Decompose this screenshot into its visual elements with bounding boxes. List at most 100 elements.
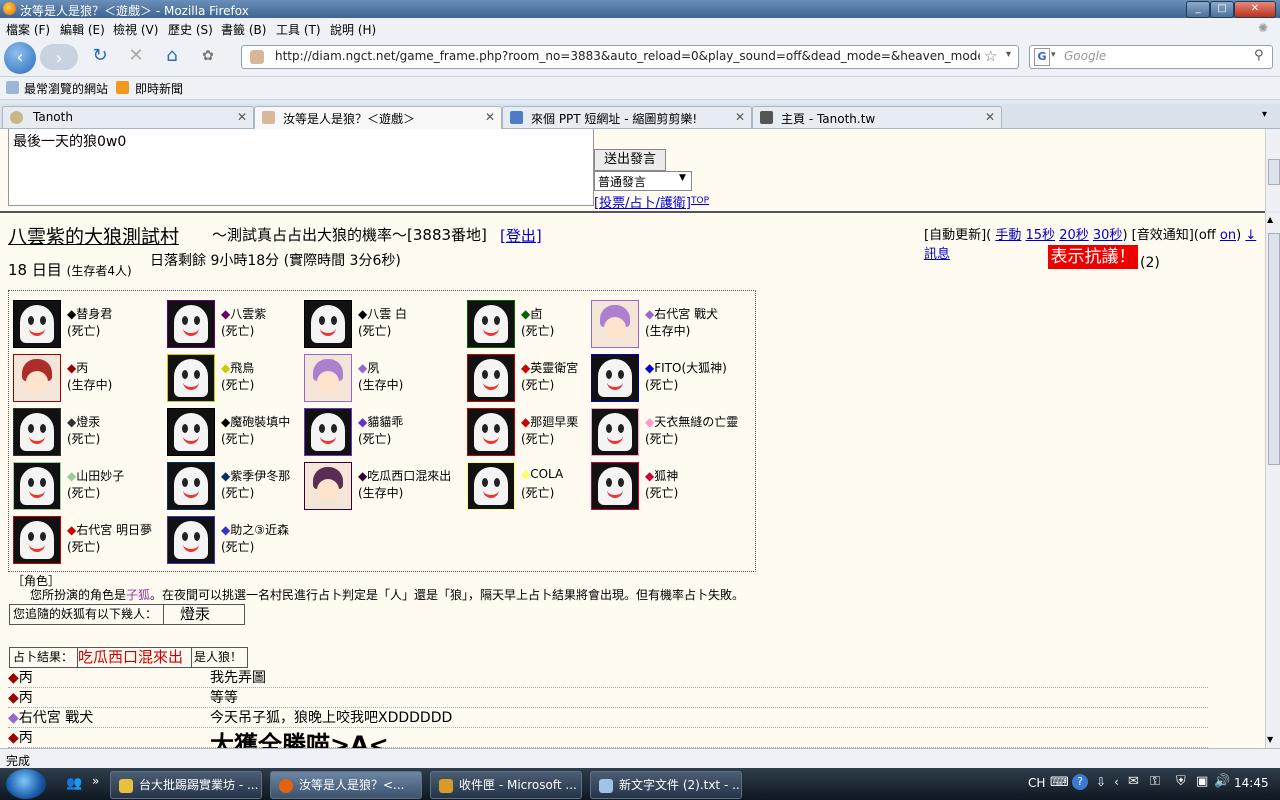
forward-button[interactable]: › bbox=[40, 44, 78, 70]
player-entry: ◆FITO(大狐神) (死亡) bbox=[587, 354, 757, 404]
scroll-down-icon[interactable]: ▼ bbox=[1267, 735, 1273, 744]
tray-chevron-icon[interactable]: ‹ bbox=[1114, 775, 1119, 789]
tab-close-icon[interactable]: ✕ bbox=[237, 110, 247, 124]
diamond-icon: ◆ bbox=[521, 467, 531, 481]
diamond-icon: ◆ bbox=[67, 307, 77, 321]
bookmark-most-visited[interactable]: 最常瀏覽的網站 bbox=[24, 80, 108, 97]
diamond-icon: ◆ bbox=[645, 307, 655, 321]
menu-help[interactable]: 說明 (H) bbox=[330, 21, 376, 38]
task-ptt[interactable]: 台大批踢踢實業坊 - ... bbox=[110, 771, 262, 799]
player-name-text: 右代宮 戰犬 bbox=[654, 307, 719, 321]
diamond-icon: ◆ bbox=[521, 307, 531, 321]
menu-tools[interactable]: 工具 (T) bbox=[276, 21, 321, 38]
player-status: (死亡) bbox=[221, 540, 255, 554]
tab-game[interactable]: 汝等是人是狼？＜遊戲＞ ✕ bbox=[254, 106, 502, 129]
update-15s-link[interactable]: 15秒 bbox=[1026, 228, 1056, 243]
stop-icon[interactable]: ✕ bbox=[124, 41, 148, 71]
url-text: http://diam.ngct.net/game_frame.php?room… bbox=[275, 49, 980, 63]
send-button[interactable]: 送出發言 bbox=[594, 149, 666, 171]
ghost-icon bbox=[20, 521, 54, 559]
close-icon[interactable]: ✕ bbox=[1234, 1, 1276, 18]
quicklaunch-icon[interactable]: 👥 bbox=[66, 776, 82, 791]
quicklaunch-more-icon[interactable]: » bbox=[92, 774, 99, 788]
tab-close-icon[interactable]: ✕ bbox=[485, 110, 495, 124]
player-name-text: 八雲 白 bbox=[367, 307, 408, 321]
minimize-icon[interactable]: _ bbox=[1186, 1, 1210, 18]
tray-antivirus-icon[interactable]: ⛨ bbox=[1176, 774, 1186, 789]
scroll-thumb[interactable] bbox=[1268, 233, 1280, 465]
tab-list-icon[interactable]: ▾ bbox=[1262, 109, 1267, 120]
message-textarea[interactable]: 最後一天的狼0w0 bbox=[8, 129, 594, 206]
google-engine-icon[interactable]: G bbox=[1034, 48, 1050, 66]
search-bar[interactable]: G ▾ Google ⚲ bbox=[1029, 45, 1273, 69]
menu-edit[interactable]: 編輯 (E) bbox=[60, 21, 105, 38]
task-notepad[interactable]: 新文字文件 (2).txt - ... bbox=[590, 771, 742, 799]
keyboard-icon[interactable]: ⌨ bbox=[1050, 775, 1069, 790]
player-name-text: 那廻早栗 bbox=[530, 415, 579, 429]
player-name: ◆天衣無縫の亡靈 bbox=[645, 413, 738, 430]
star-icon[interactable]: ☆ bbox=[984, 47, 997, 65]
tab-ppt[interactable]: 來個 PPT 短網址 - 縮圖剪剪樂! ✕ bbox=[502, 106, 752, 128]
task-firefox[interactable]: 汝等是人是狼？<... bbox=[270, 771, 422, 799]
search-icon[interactable]: ⚲ bbox=[1254, 48, 1264, 63]
game-frame-scrollbar[interactable]: ▲ ▼ bbox=[1265, 213, 1280, 748]
player-name: ◆夙 bbox=[358, 359, 379, 376]
player-avatar bbox=[167, 354, 215, 402]
tray-icon[interactable]: ⇩ bbox=[1096, 775, 1106, 789]
diamond-icon: ◆ bbox=[221, 307, 231, 321]
clock[interactable]: 14:45 bbox=[1234, 776, 1269, 790]
game-frame: 八雲紫的大狼測試村 ～測試真占占出大狼的機率～[3883番地] [登出] [自動… bbox=[0, 213, 1265, 748]
player-status: (生存中) bbox=[645, 324, 691, 338]
logout-link[interactable]: [登出] bbox=[500, 225, 542, 246]
bookmark-news[interactable]: 即時新聞 bbox=[135, 80, 183, 97]
volume-icon[interactable]: 🔊 bbox=[1214, 774, 1230, 789]
tab-tanoth-home[interactable]: 主頁 - Tanoth.tw ✕ bbox=[752, 106, 1002, 128]
scroll-thumb[interactable] bbox=[1268, 159, 1280, 185]
engine-dropdown-icon[interactable]: ▾ bbox=[1051, 50, 1056, 60]
sound-on-link[interactable]: on bbox=[1220, 228, 1236, 243]
task-label: 新文字文件 (2).txt - ... bbox=[619, 778, 742, 792]
player-name-text: 右代宮 明日夢 bbox=[76, 523, 153, 537]
bookmarks-toolbar: 最常瀏覽的網站 即時新聞 bbox=[0, 77, 1280, 100]
search-input[interactable]: Google bbox=[1064, 49, 1106, 63]
diamond-icon: ◆ bbox=[67, 415, 77, 429]
speak-mode-select[interactable]: 普通發言 ▼ bbox=[594, 171, 692, 191]
home-icon[interactable]: ⌂ bbox=[160, 41, 184, 71]
tab-bar: Tanoth ✕ 汝等是人是狼？＜遊戲＞ ✕ 來個 PPT 短網址 - 縮圖剪剪… bbox=[0, 104, 1280, 129]
update-20s-link[interactable]: 20秒 bbox=[1059, 228, 1089, 243]
tray-apps-icon[interactable]: ✉ bbox=[1128, 774, 1139, 789]
update-manual-link[interactable]: 手動 bbox=[995, 228, 1021, 243]
menu-history[interactable]: 歷史 (S) bbox=[168, 21, 213, 38]
back-button[interactable]: ‹ bbox=[4, 42, 36, 74]
tab-close-icon[interactable]: ✕ bbox=[735, 110, 745, 124]
tray-network-icon[interactable]: ⚿ bbox=[1150, 774, 1160, 789]
tray-display-icon[interactable]: ▣ bbox=[1196, 774, 1208, 789]
tab-label: 主頁 - Tanoth.tw bbox=[781, 112, 876, 126]
help-icon[interactable]: ? bbox=[1072, 774, 1088, 790]
menu-file[interactable]: 檔案 (F) bbox=[6, 21, 50, 38]
player-avatar bbox=[13, 516, 61, 564]
protest-button[interactable]: 表示抗議！ bbox=[1048, 245, 1138, 269]
menu-bookmarks[interactable]: 書籤 (B) bbox=[221, 21, 266, 38]
task-outlook[interactable]: 收件匣 - Microsoft ... bbox=[430, 771, 582, 799]
scroll-up-icon[interactable]: ▲ bbox=[1267, 215, 1273, 224]
start-button[interactable] bbox=[6, 769, 46, 799]
update-30s-link[interactable]: 30秒 bbox=[1093, 228, 1123, 243]
top-link[interactable]: TOP bbox=[691, 196, 709, 206]
language-indicator[interactable]: CH bbox=[1028, 776, 1045, 790]
player-avatar bbox=[591, 354, 639, 402]
tab-close-icon[interactable]: ✕ bbox=[985, 110, 995, 124]
reload-icon[interactable]: ↻ bbox=[88, 41, 112, 71]
divination-result: 是人狼！ bbox=[191, 648, 249, 667]
ghost-icon bbox=[174, 467, 208, 505]
diamond-icon: ◆ bbox=[221, 523, 231, 537]
diamond-icon: ◆ bbox=[67, 523, 77, 537]
speak-frame-scrollbar[interactable] bbox=[1265, 129, 1280, 211]
url-dropdown-icon[interactable]: ▾ bbox=[1006, 49, 1011, 60]
maximize-icon[interactable]: □ bbox=[1210, 1, 1234, 18]
addon-icon[interactable]: ✿ bbox=[196, 41, 220, 71]
url-bar[interactable]: http://diam.ngct.net/game_frame.php?room… bbox=[241, 45, 1019, 69]
menu-view[interactable]: 檢視 (V) bbox=[113, 21, 158, 38]
tab-tanoth[interactable]: Tanoth ✕ bbox=[2, 106, 254, 128]
vote-link[interactable]: [投票/占卜/護衛] bbox=[594, 192, 691, 211]
